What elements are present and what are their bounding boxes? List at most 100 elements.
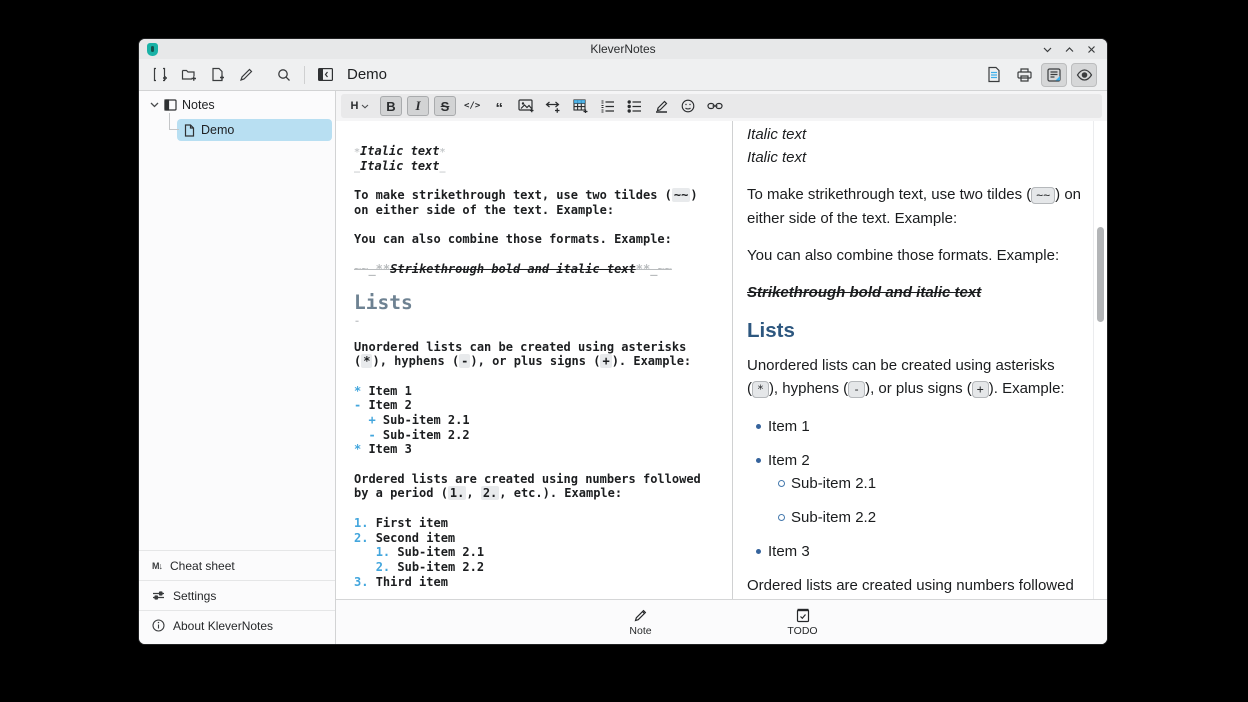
toggle-sidebar-button[interactable] [315, 64, 336, 86]
editor-line[interactable]: * Item 1 [354, 384, 728, 399]
editor-line[interactable]: on either side of the text. Example: [354, 203, 728, 218]
editor-line[interactable]: - [354, 317, 728, 325]
editor-line[interactable]: 3. Third item [354, 575, 728, 590]
editor-pane[interactable]: *Italic text*_Italic text_ To make strik… [336, 121, 732, 599]
note-icon [184, 124, 195, 137]
strikethrough-label: S [441, 99, 450, 114]
editor-line[interactable]: by a period (1., 2., etc.). Example: [354, 486, 728, 501]
note-title: Demo [347, 66, 387, 83]
bold-label: B [386, 99, 395, 114]
preview-list-item: Sub-item 2.1 [770, 472, 1094, 495]
editor-line[interactable]: * Item 3 [354, 442, 728, 457]
header: Demo [139, 59, 1107, 91]
settings-label: Settings [173, 589, 216, 603]
linked-note-button[interactable] [704, 96, 726, 116]
heading-button[interactable]: H [345, 96, 375, 116]
preview-p: To make strikethrough text, use two tild… [747, 183, 1094, 230]
preview-list: Item 1Item 2Sub-item 2.1Sub-item 2.2Item… [747, 415, 1094, 563]
window-title: KleverNotes [139, 42, 1107, 56]
editor-line[interactable]: Lists [354, 291, 728, 317]
note-tab-button[interactable]: Note [560, 603, 722, 641]
editor-mode-button[interactable] [1041, 63, 1067, 87]
print-button[interactable] [1011, 63, 1037, 87]
editor-line[interactable]: - Item 2 [354, 398, 728, 413]
emoji-button[interactable] [677, 96, 699, 116]
editor-line[interactable]: 1. First item [354, 516, 728, 531]
close-button[interactable] [1083, 41, 1099, 57]
new-group-button[interactable] [178, 64, 199, 86]
code-button[interactable]: </> [461, 96, 483, 116]
editor-line[interactable] [354, 325, 728, 340]
ordered-list-button[interactable] [596, 96, 618, 116]
image-button[interactable] [515, 96, 537, 116]
bullet-list-button[interactable] [623, 96, 645, 116]
preview-scrollbar[interactable] [1093, 121, 1107, 599]
editor-line[interactable]: Unordered lists can be created using ast… [354, 340, 728, 355]
bold-button[interactable]: B [380, 96, 402, 116]
new-note-button[interactable] [207, 64, 228, 86]
preview-scrollbar-thumb[interactable] [1097, 227, 1104, 322]
strikethrough-button[interactable]: S [434, 96, 456, 116]
cheat-sheet-button[interactable]: M↓ Cheat sheet [139, 550, 335, 580]
preview-p: Ordered lists are created using numbers … [747, 574, 1094, 599]
maximize-button[interactable] [1061, 41, 1077, 57]
link-button[interactable] [542, 96, 564, 116]
heading-label: H [351, 100, 359, 112]
klevernotes-window: KleverNotes [138, 38, 1108, 645]
ordered-list-icon [600, 100, 615, 113]
preview-italic-lines: Italic textItalic text [747, 123, 1094, 169]
preview-p: Unordered lists can be created using ast… [747, 354, 1094, 401]
editor-line[interactable]: You can also combine those formats. Exam… [354, 232, 728, 247]
rename-button[interactable] [236, 64, 257, 86]
tree-item-demo[interactable]: Demo [177, 119, 332, 141]
tree-expander-icon[interactable] [150, 102, 159, 108]
code-label: </> [464, 101, 480, 111]
search-button[interactable] [273, 64, 294, 86]
editor-line[interactable] [354, 276, 728, 291]
format-toolbar: H B I S </> “ [341, 94, 1102, 118]
about-label: About KleverNotes [173, 619, 273, 633]
italic-button[interactable]: I [407, 96, 429, 116]
editor-line[interactable] [354, 217, 728, 232]
toolbar-separator [304, 66, 305, 84]
chain-icon [707, 101, 723, 111]
preview-mode-button[interactable] [1071, 63, 1097, 87]
export-note-button[interactable] [981, 63, 1007, 87]
editor-line[interactable]: To make strikethrough text, use two tild… [354, 188, 728, 203]
todo-icon [796, 608, 810, 623]
editor-line[interactable] [354, 369, 728, 384]
category-icon [164, 99, 177, 111]
minimize-button[interactable] [1039, 41, 1055, 57]
editor-line[interactable] [354, 457, 728, 472]
markdown-icon: M↓ [152, 561, 162, 571]
tree-item-notes[interactable]: Notes [139, 96, 335, 114]
highlight-button[interactable] [650, 96, 672, 116]
preview-content: Italic textItalic text To make strikethro… [733, 121, 1094, 599]
editor-line[interactable] [354, 501, 728, 516]
quote-button[interactable]: “ [488, 96, 510, 116]
editor-line[interactable]: ~~_**Strikethrough bold and italic text*… [354, 262, 728, 277]
preview-list-item: Item 2 [747, 449, 1094, 472]
editor-line[interactable]: + Sub-item 2.1 [354, 413, 728, 428]
table-icon [573, 99, 588, 113]
table-button[interactable] [569, 96, 591, 116]
editor-line[interactable]: - Sub-item 2.2 [354, 428, 728, 443]
todo-tab-button[interactable]: TODO [722, 603, 884, 641]
editor-line[interactable]: *Italic text* [354, 144, 728, 159]
editor-line[interactable] [354, 247, 728, 262]
editor-line[interactable]: 2. Sub-item 2.2 [354, 560, 728, 575]
editor-line[interactable]: _Italic text_ [354, 159, 728, 174]
quote-label: “ [496, 99, 504, 113]
bullet-list-icon [627, 100, 642, 113]
editor-line[interactable] [354, 173, 728, 188]
tree-connector [169, 113, 179, 130]
preview-list-item: Sub-item 2.2 [770, 506, 1094, 529]
about-button[interactable]: About KleverNotes [139, 610, 335, 640]
settings-button[interactable]: Settings [139, 580, 335, 610]
tree-item-label: Demo [201, 123, 234, 137]
editor-line[interactable]: 1. Sub-item 2.1 [354, 545, 728, 560]
new-category-button[interactable] [149, 64, 170, 86]
editor-line[interactable]: (*), hyphens (-), or plus signs (+). Exa… [354, 354, 728, 369]
editor-line[interactable]: Ordered lists are created using numbers … [354, 472, 728, 487]
editor-line[interactable]: 2. Second item [354, 531, 728, 546]
